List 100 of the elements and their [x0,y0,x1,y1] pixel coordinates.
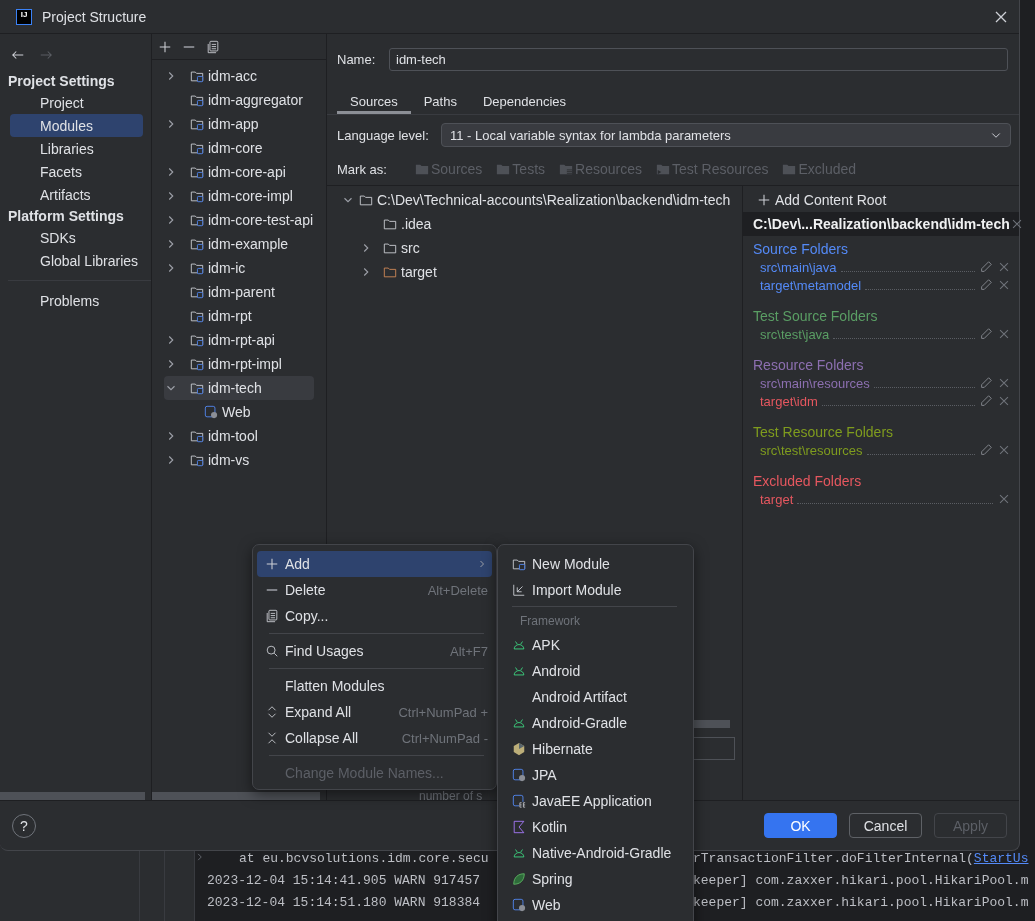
menu-item[interactable]: Spring [502,866,689,892]
console-text: keeper] com.zaxxer.hikari.pool.HikariPool.m [693,894,1029,910]
menu-item[interactable]: Kotlin [502,814,689,840]
menu-item[interactable]: Android [502,658,689,684]
plus-icon [757,193,771,207]
content-root-item[interactable]: C:\Dev\Technical-accounts\Realization\backend\idm-tech [327,188,742,212]
module-item[interactable]: idm-example [164,232,314,256]
menu-item[interactable]: Web [502,892,689,918]
field-label: Mark as: [337,161,388,177]
sidebar-item[interactable]: Modules [10,114,143,137]
menu-item[interactable]: Expand All Ctrl+NumPad + [257,699,492,725]
menu-item[interactable]: Delete Alt+Delete [257,577,492,603]
search-icon [265,644,279,658]
edit-icon[interactable] [979,327,993,341]
tab[interactable]: Sources [337,88,411,114]
sidebar-item[interactable]: SDKs [10,226,143,249]
module-item[interactable]: idm-rpt-impl [164,352,314,376]
source-link[interactable]: StartUs [973,850,1029,866]
module-item[interactable]: idm-core-test-api [164,208,314,232]
resources-folder-icon [559,162,574,176]
module-item[interactable]: idm-acc [164,64,314,88]
module-icon [190,285,204,299]
module-item[interactable]: idm-aggregator [164,88,314,112]
facet-item[interactable]: Web [164,400,314,424]
menu-item[interactable]: JPA [502,762,689,788]
module-item[interactable]: idm-rpt [164,304,314,328]
module-icon [190,309,204,323]
edit-icon[interactable] [979,376,993,390]
section-heading: Platform Settings [7,207,125,226]
name-field[interactable]: idm-tech [389,48,1008,71]
dialog-button[interactable]: OK [764,813,837,838]
module-item[interactable]: idm-core-api [164,160,314,184]
scrollbar[interactable] [0,792,145,800]
menu-item[interactable]: Find Usages Alt+F7 [257,638,492,664]
module-item[interactable]: idm-tech [164,376,314,400]
folder-icon [782,162,797,176]
menu-item[interactable]: JavaEE Application [502,788,689,814]
sidebar-item[interactable]: Libraries [10,137,143,160]
remove-icon[interactable] [997,394,1011,408]
sidebar-item[interactable]: Artifacts [10,183,143,206]
scrollbar[interactable] [694,720,730,728]
minus-icon [265,589,279,591]
folder-path: src\main\java [760,259,837,275]
module-item[interactable]: idm-rpt-api [164,328,314,352]
menu-item[interactable]: Android Artifact [502,684,689,710]
module-item[interactable]: idm-ic [164,256,314,280]
edit-icon[interactable] [979,394,993,408]
menu-item[interactable]: New Module [502,551,689,577]
sidebar-item[interactable]: Project [10,91,143,114]
module-icon [190,165,204,179]
field-label: Language level: [337,127,430,143]
shortcut-text: Alt+F7 [450,643,488,659]
module-item[interactable]: idm-vs [164,448,314,472]
menu-item[interactable]: Native-Android-Gradle [502,840,689,866]
remove-icon[interactable] [997,376,1011,390]
menu-item[interactable]: Add [257,551,492,577]
edit-icon[interactable] [979,260,993,274]
test-resources-folder-icon [655,162,670,176]
module-item[interactable]: idm-parent [164,280,314,304]
menu-item[interactable]: Copy... [257,603,492,629]
folder-item[interactable]: .idea [327,212,742,236]
remove-icon[interactable] [997,443,1011,457]
edit-icon[interactable] [979,443,993,457]
dialog-button[interactable]: Cancel [849,813,922,838]
remove-icon[interactable] [997,492,1011,506]
console-text: 2023-12-04 15:14:51.180 WARN 918384 [207,894,482,910]
plus-icon [158,39,172,54]
module-item[interactable]: idm-core-impl [164,184,314,208]
console-text: at eu.bcvsolutions.idm.core.secu [238,850,490,866]
module-item[interactable]: idm-core [164,136,314,160]
menu-item[interactable]: Hibernate [502,736,689,762]
menu-item[interactable]: Flatten Modules [257,673,492,699]
menu-item[interactable]: APK [502,632,689,658]
android-icon [512,846,526,860]
module-icon [190,117,204,131]
remove-icon[interactable] [997,260,1011,274]
folder-group-heading: Source Folders [752,240,849,258]
menu-item[interactable]: Android-Gradle [502,710,689,736]
sidebar-item[interactable]: Facets [10,160,143,183]
jpa-icon [512,768,526,782]
module-item[interactable]: idm-tool [164,424,314,448]
folder-item[interactable]: src [327,236,742,260]
menu-item[interactable]: Import Module [502,577,689,603]
menu-item[interactable]: Collapse All Ctrl+NumPad - [257,725,492,751]
console-text: rTransactionFilter.doFilterInternal( [693,850,974,866]
remove-icon[interactable] [997,278,1011,292]
edit-icon[interactable] [979,278,993,292]
folder-item[interactable]: target [327,260,742,284]
module-icon [190,381,204,395]
sidebar-item[interactable]: Global Libraries [10,249,143,272]
web-icon [512,898,526,912]
scrollbar[interactable] [152,792,320,800]
module-item[interactable]: idm-app [164,112,314,136]
sidebar-item[interactable]: Problems [10,289,143,312]
language-level-dropdown[interactable]: 11 - Local variable syntax for lambda parameters [441,123,1011,147]
tab[interactable]: Paths [410,88,470,114]
console-text: 2023-12-04 15:14:41.905 WARN 917457 [207,872,482,888]
add-content-root-button[interactable]: Add Content Root [743,188,887,212]
tab[interactable]: Dependencies [469,88,580,114]
remove-icon[interactable] [997,327,1011,341]
